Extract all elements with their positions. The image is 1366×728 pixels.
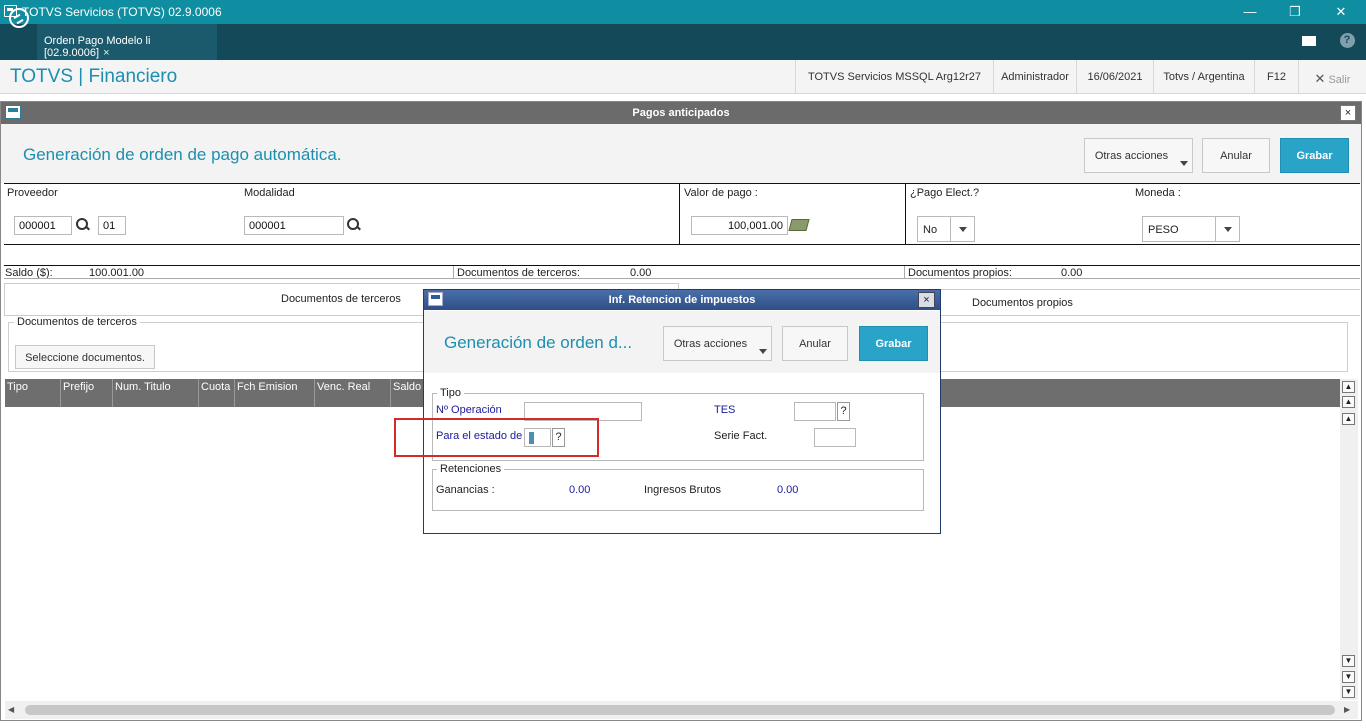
saldo-value: 100.001.00	[89, 267, 145, 279]
dialog-heading: Generación de orden de pago automática.	[23, 145, 342, 164]
f12-shortcut[interactable]: F12	[1254, 60, 1298, 93]
chevron-down-icon	[1180, 161, 1188, 166]
terceros-total-label: Documentos de terceros:	[457, 267, 580, 279]
tes-label: TES	[714, 404, 736, 416]
minimize-button[interactable]: —	[1240, 3, 1260, 21]
moneda-label: Moneda :	[1135, 187, 1181, 199]
proveedor-store-input[interactable]: 01	[98, 216, 126, 235]
column-header[interactable]: Cuota	[199, 379, 235, 407]
exit-icon: ✕	[1314, 71, 1326, 86]
ganancias-value: 0.00	[569, 484, 591, 496]
retenciones-legend: Retenciones	[437, 463, 505, 475]
saldo-label: Saldo ($):	[5, 267, 53, 279]
exit-label: Salir	[1328, 74, 1351, 86]
saldo-row: Saldo ($): 100.001.00 Documentos de terc…	[4, 265, 1360, 279]
fieldset-legend: Documentos de terceros	[14, 316, 140, 328]
subdialog-heading: Generación de orden d...	[444, 333, 633, 352]
column-header[interactable]: Prefijo	[61, 379, 113, 407]
window-close-button[interactable]: ✕	[1331, 3, 1351, 21]
ingresos-brutos-label: Ingresos Brutos	[644, 484, 722, 496]
tab-close-icon[interactable]: ×	[103, 47, 109, 59]
seleccione-documentos-button[interactable]: Seleccione documentos.	[15, 345, 155, 369]
subdialog-close-button[interactable]: ×	[918, 292, 935, 308]
column-header[interactable]: Tipo	[5, 379, 61, 407]
modalidad-label: Modalidad	[244, 187, 295, 199]
pago-elect-value: No	[923, 224, 938, 236]
dialog-title: Pagos anticipados	[1, 102, 1361, 124]
tab-label: Orden Pago Modelo li [02.9.0006]	[44, 35, 151, 59]
divider	[905, 184, 906, 244]
totvs-logo-icon[interactable]	[9, 8, 29, 28]
date-info: 16/06/2021	[1076, 60, 1153, 93]
column-header[interactable]: Saldo	[391, 379, 425, 407]
valor-pago-label: Valor de pago :	[684, 187, 758, 199]
tab-terceros-label: Documentos de terceros	[281, 293, 401, 305]
divider	[904, 266, 905, 278]
divider	[679, 184, 680, 244]
search-icon[interactable]	[76, 218, 90, 232]
server-info: TOTVS Servicios MSSQL Arg12r27	[795, 60, 993, 93]
dialog-window-icon	[5, 105, 21, 119]
sub-grabar-button[interactable]: Grabar	[859, 326, 928, 361]
money-icon[interactable]	[788, 219, 810, 231]
tab-propios-label: Documentos propios	[972, 297, 1073, 309]
grabar-button[interactable]: Grabar	[1280, 138, 1349, 173]
pago-elect-select[interactable]: No	[917, 216, 975, 242]
scroll-page-down-icon[interactable]: ▼	[1342, 671, 1355, 683]
divider	[453, 266, 454, 278]
scroll-bottom-icon[interactable]: ▼	[1342, 686, 1355, 698]
chevron-down-icon	[1215, 217, 1239, 241]
exit-button[interactable]: ✕ Salir	[1298, 60, 1366, 93]
moneda-select[interactable]: PESO	[1142, 216, 1240, 242]
vertical-scrollbar[interactable]: ▲ ▲ ▲ ▼ ▼ ▼	[1340, 379, 1358, 700]
scroll-left-icon[interactable]: ◀	[8, 705, 14, 714]
module-brand: TOTVS | Financiero	[10, 66, 178, 87]
mail-icon[interactable]	[1300, 32, 1318, 50]
horizontal-scroll-thumb[interactable]	[25, 705, 1335, 715]
scroll-page-up-icon[interactable]: ▲	[1342, 396, 1355, 408]
propios-total-value: 0.00	[1061, 267, 1083, 279]
sub-anular-button[interactable]: Anular	[782, 326, 848, 361]
tes-lookup-button[interactable]: ?	[837, 402, 850, 421]
window-title-bar: TOTVS Servicios (TOTVS) 02.9.0006 — ❐ ✕	[0, 0, 1366, 24]
user-info: Administrador	[993, 60, 1076, 93]
search-icon[interactable]	[347, 218, 361, 232]
anular-button[interactable]: Anular	[1202, 138, 1270, 173]
proveedor-label: Proveedor	[7, 187, 58, 199]
chevron-down-icon	[759, 349, 767, 354]
propios-total-label: Documentos propios:	[908, 267, 1012, 279]
modalidad-input[interactable]: 000001	[244, 216, 344, 235]
serie-label: Serie Fact.	[714, 430, 768, 442]
terceros-total-value: 0.00	[630, 267, 652, 279]
serie-input[interactable]	[814, 428, 856, 447]
proveedor-code-input[interactable]: 000001	[14, 216, 72, 235]
column-header[interactable]: Venc. Real	[315, 379, 391, 407]
operacion-label: Nº Operación	[436, 404, 502, 416]
highlight-box	[394, 418, 599, 457]
moneda-value: PESO	[1148, 224, 1179, 236]
tes-input[interactable]	[794, 402, 836, 421]
subdialog-title: Inf. Retencion de impuestos	[424, 290, 940, 310]
valor-pago-input[interactable]: 100,001.00	[691, 216, 788, 235]
help-icon[interactable]: ?	[1338, 32, 1356, 50]
pago-elect-label: ¿Pago Elect.?	[910, 187, 980, 199]
dialog-close-button[interactable]: ×	[1340, 105, 1356, 121]
tab-orden-pago[interactable]: Orden Pago Modelo li [02.9.0006] ×	[37, 24, 217, 60]
company-info: Totvs / Argentina	[1153, 60, 1254, 93]
scroll-down-icon[interactable]: ▼	[1342, 655, 1355, 667]
ingresos-brutos-value: 0.00	[777, 484, 799, 496]
otras-acciones-button[interactable]: Otras acciones	[1084, 138, 1193, 173]
restore-button[interactable]: ❐	[1285, 3, 1305, 21]
subdialog-window-icon	[428, 292, 443, 306]
scroll-top-icon[interactable]: ▲	[1342, 381, 1355, 393]
chevron-down-icon	[950, 217, 974, 241]
column-header[interactable]: Num. Titulo	[113, 379, 199, 407]
tipo-legend: Tipo	[437, 387, 464, 399]
column-header[interactable]: Fch Emision	[235, 379, 315, 407]
window-title: TOTVS Servicios (TOTVS) 02.9.0006	[22, 5, 222, 19]
sub-otras-acciones-button[interactable]: Otras acciones	[663, 326, 772, 361]
scroll-right-icon[interactable]: ▶	[1344, 705, 1350, 714]
ganancias-label: Ganancias :	[436, 484, 495, 496]
scroll-up-icon[interactable]: ▲	[1342, 413, 1355, 425]
